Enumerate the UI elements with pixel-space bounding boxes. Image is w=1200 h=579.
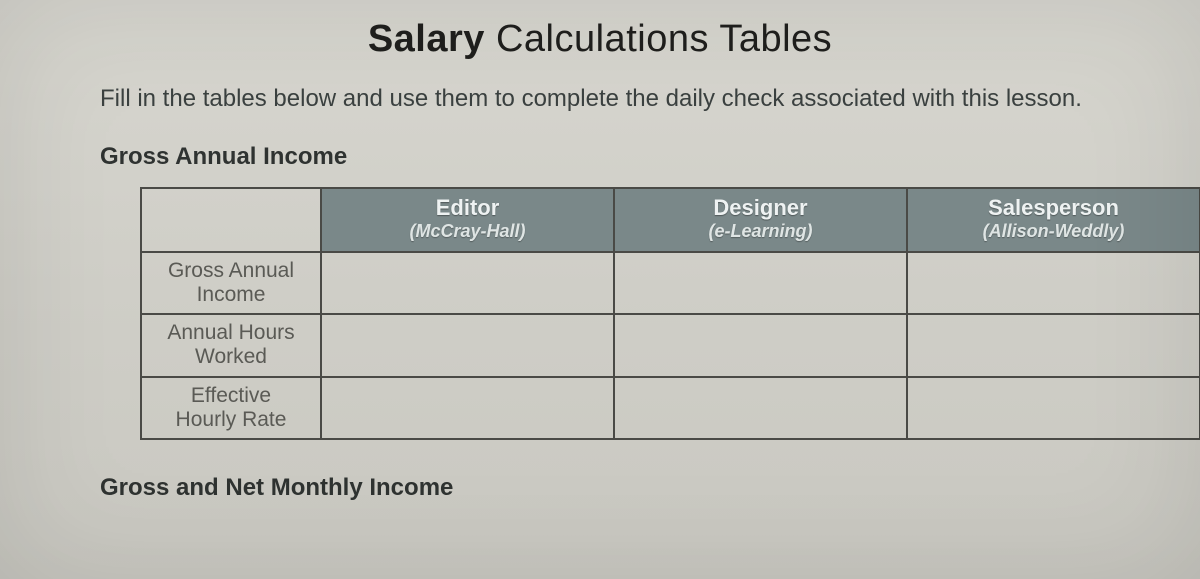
col-subtitle: (McCray-Hall): [326, 221, 609, 243]
row-header-annual-hours-worked: Annual Hours Worked: [141, 314, 321, 376]
table-row: Annual Hours Worked: [141, 314, 1200, 376]
page-title: Salary Calculations Tables: [40, 18, 1160, 61]
cell-effective-rate-designer[interactable]: [614, 377, 907, 439]
cell-effective-rate-editor[interactable]: [321, 377, 614, 439]
cell-annual-hours-editor[interactable]: [321, 314, 614, 376]
table-row: Effective Hourly Rate: [141, 377, 1200, 439]
title-bold: Salary: [368, 18, 485, 60]
title-rest: Calculations Tables: [485, 18, 832, 60]
cell-gross-annual-income-salesperson[interactable]: [907, 252, 1200, 314]
col-subtitle: (Allison-Weddly): [912, 221, 1195, 243]
col-title: Editor: [326, 195, 609, 221]
cell-gross-annual-income-designer[interactable]: [614, 252, 907, 314]
cell-annual-hours-salesperson[interactable]: [907, 314, 1200, 376]
table-corner-blank: [141, 188, 321, 252]
col-title: Salesperson: [912, 195, 1195, 221]
col-header-editor: Editor (McCray-Hall): [321, 188, 614, 252]
cell-annual-hours-designer[interactable]: [614, 314, 907, 376]
col-title: Designer: [619, 195, 902, 221]
row-header-gross-annual-income: Gross Annual Income: [141, 252, 321, 314]
instructions-text: Fill in the tables below and use them to…: [100, 85, 1160, 113]
worksheet-page: Salary Calculations Tables Fill in the t…: [0, 0, 1200, 579]
table-row: Gross Annual Income: [141, 252, 1200, 314]
cell-gross-annual-income-editor[interactable]: [321, 252, 614, 314]
col-header-designer: Designer (e-Learning): [614, 188, 907, 252]
col-subtitle: (e-Learning): [619, 221, 902, 243]
cell-effective-rate-salesperson[interactable]: [907, 377, 1200, 439]
col-header-salesperson: Salesperson (Allison-Weddly): [907, 188, 1200, 252]
row-header-effective-hourly-rate: Effective Hourly Rate: [141, 377, 321, 439]
gross-annual-income-table: Editor (McCray-Hall) Designer (e-Learnin…: [140, 187, 1200, 440]
section-heading-gross-annual: Gross Annual Income: [100, 143, 1160, 171]
section-heading-gross-net-monthly: Gross and Net Monthly Income: [100, 474, 1160, 502]
